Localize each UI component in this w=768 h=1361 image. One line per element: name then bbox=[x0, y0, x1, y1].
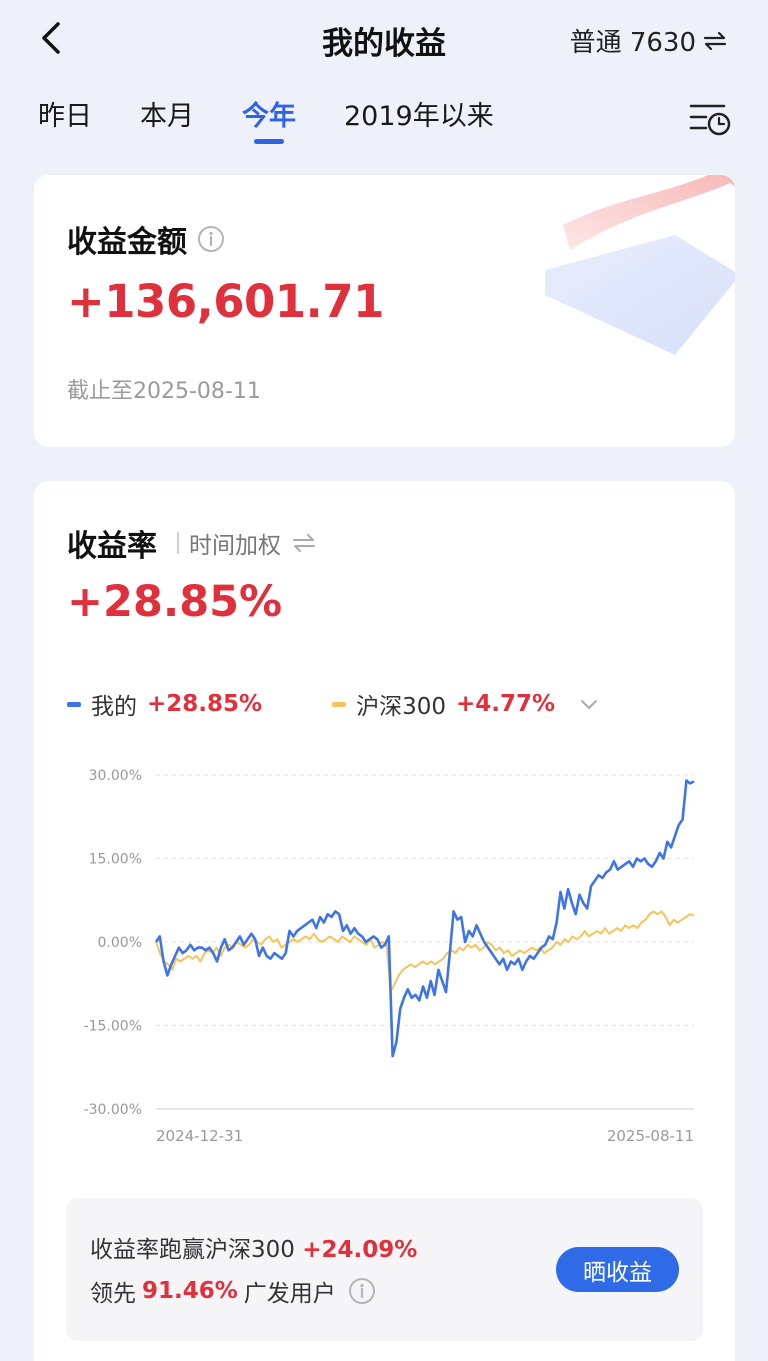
earnings-amount: +136,601.71 bbox=[67, 275, 384, 328]
period-tabs: 昨日 本月 今年 2019年以来 bbox=[38, 94, 494, 154]
legend-name: 我的 bbox=[91, 694, 137, 720]
series-line bbox=[155, 910, 695, 994]
series-line bbox=[154, 779, 695, 1058]
as-of-date: 截止至2025-08-11 bbox=[67, 379, 261, 404]
legend-item-benchmark[interactable]: 沪深300 +4.77% bbox=[332, 687, 599, 721]
top-bar: 我的收益 普通 7630 bbox=[0, 0, 768, 78]
x-tick-label: 2025-08-11 bbox=[607, 1127, 694, 1145]
return-rate-card: 收益率 时间加权 +28.85% 我的 +28.85% 沪深300 +4.77%… bbox=[34, 481, 735, 1361]
y-tick-label: -30.00% bbox=[84, 1102, 142, 1118]
y-tick-label: 30.00% bbox=[89, 768, 142, 784]
legend-item-mine: 我的 +28.85% bbox=[67, 687, 262, 721]
earnings-card: 收益金额 +136,601.71 截止至2025-08-11 bbox=[34, 175, 735, 447]
ranking-suffix: 广发用户 bbox=[243, 1281, 336, 1307]
rate-mode-toggle[interactable]: 时间加权 bbox=[189, 526, 281, 560]
account-switcher[interactable]: 普通 7630 bbox=[570, 22, 728, 59]
rate-value: +28.85% bbox=[67, 577, 283, 627]
beat-value: +24.09% bbox=[302, 1237, 418, 1263]
y-tick-label: -15.00% bbox=[84, 1019, 142, 1035]
share-earnings-button[interactable]: 晒收益 bbox=[556, 1247, 679, 1292]
summary-box: 收益率跑赢沪深300 +24.09% 领先 91.46% 广发用户 晒收益 bbox=[66, 1198, 703, 1341]
tab-this-year[interactable]: 今年 bbox=[242, 94, 296, 144]
growth-arrow-illustration bbox=[545, 175, 735, 355]
history-list-icon[interactable] bbox=[688, 98, 732, 138]
rate-label-row: 收益率 时间加权 bbox=[67, 521, 317, 565]
earnings-label-row: 收益金额 bbox=[67, 217, 225, 261]
chevron-down-icon[interactable] bbox=[579, 697, 599, 711]
account-label: 普通 7630 bbox=[569, 28, 696, 58]
beat-label: 收益率跑赢沪深300 bbox=[90, 1237, 295, 1263]
y-tick-label: 0.00% bbox=[98, 935, 142, 951]
legend-value: +28.85% bbox=[147, 691, 263, 717]
divider bbox=[177, 532, 179, 554]
return-line-chart: 30.00% 15.00% 0.00% -15.00% -30.00% 2024-12-3… bbox=[84, 768, 695, 1145]
tab-yesterday[interactable]: 昨日 bbox=[38, 94, 92, 144]
ranking-text: 领先 91.46% 广发用户 bbox=[90, 1274, 376, 1308]
beat-benchmark-text: 收益率跑赢沪深300 +24.09% bbox=[90, 1230, 417, 1264]
info-icon[interactable] bbox=[197, 225, 225, 253]
info-icon[interactable] bbox=[348, 1277, 376, 1305]
ranking-prefix: 领先 bbox=[90, 1281, 136, 1307]
legend-swatch bbox=[67, 701, 81, 707]
legend-name: 沪深300 bbox=[356, 694, 446, 720]
rate-label: 收益率 bbox=[67, 529, 157, 564]
legend-value: +4.77% bbox=[455, 691, 556, 717]
swap-icon bbox=[703, 31, 727, 50]
tab-this-month[interactable]: 本月 bbox=[140, 94, 194, 144]
ranking-value: 91.46% bbox=[142, 1278, 238, 1304]
swap-icon[interactable] bbox=[291, 533, 317, 553]
y-tick-label: 15.00% bbox=[89, 852, 142, 868]
legend-swatch bbox=[332, 701, 347, 707]
chart-legend: 我的 +28.85% 沪深300 +4.77% bbox=[67, 687, 599, 721]
tab-since-2019[interactable]: 2019年以来 bbox=[344, 94, 494, 144]
earnings-label: 收益金额 bbox=[67, 225, 187, 260]
x-tick-label: 2024-12-31 bbox=[156, 1127, 243, 1145]
